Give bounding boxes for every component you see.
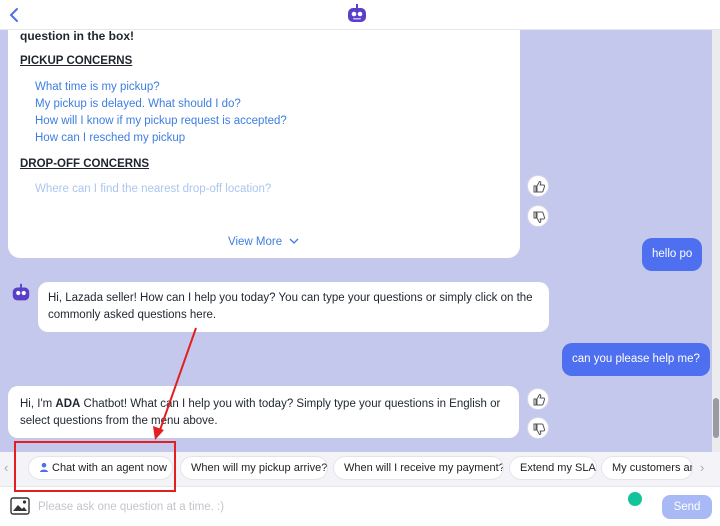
- message-input[interactable]: [38, 495, 618, 519]
- scrollbar-track[interactable]: [712, 30, 720, 452]
- faq-link-pickup-time[interactable]: What time is my pickup?: [35, 79, 160, 96]
- thumbs-up-button[interactable]: [527, 388, 549, 410]
- faq-link-pickup-accepted[interactable]: How will I know if my pickup request is …: [35, 113, 287, 130]
- chevron-down-icon: [289, 238, 299, 244]
- view-more-label: View More: [228, 236, 283, 248]
- suggestion-chip[interactable]: Extend my SLA: [509, 456, 597, 480]
- bot-message-rest: Chatbot! What can I help you with today?…: [20, 398, 501, 427]
- chat-area: question in the box! PICKUP CONCERNS Wha…: [0, 30, 712, 452]
- bot-message-prefix: Hi, I'm: [20, 398, 56, 410]
- robot-icon: [12, 283, 30, 301]
- thumbs-down-button[interactable]: [527, 205, 549, 227]
- suggestion-chip[interactable]: My customers are: [601, 456, 693, 480]
- thumbs-up-icon: [533, 393, 546, 406]
- thumbs-up-button[interactable]: [527, 175, 549, 197]
- back-arrow-icon[interactable]: [6, 6, 24, 24]
- faq-link-pickup-delayed[interactable]: My pickup is delayed. What should I do?: [35, 96, 241, 113]
- top-bar: [0, 0, 720, 30]
- bot-message: Hi, Lazada seller! How can I help you to…: [38, 282, 549, 332]
- grammarly-icon[interactable]: [628, 492, 642, 506]
- faq-link-dropoff-location[interactable]: Where can I find the nearest drop-off lo…: [35, 181, 271, 198]
- image-icon[interactable]: [10, 497, 30, 515]
- thumbs-up-icon: [533, 180, 546, 193]
- view-more-button[interactable]: View More: [228, 234, 299, 251]
- thumbs-down-icon: [533, 423, 546, 436]
- annotation-highlight-box: [14, 441, 176, 492]
- menu-fade: [8, 202, 520, 232]
- faq-link-pickup-resched[interactable]: How can I resched my pickup: [35, 130, 185, 147]
- suggestion-chip[interactable]: When will I receive my payment?: [333, 456, 504, 480]
- pickup-section-title: PICKUP CONCERNS: [20, 55, 133, 67]
- chevron-right-icon[interactable]: ›: [700, 460, 712, 476]
- thumbs-down-icon: [533, 211, 546, 224]
- composer: Send: [0, 486, 720, 526]
- user-message: can you please help me?: [562, 343, 710, 376]
- robot-icon: [348, 4, 366, 22]
- thumbs-down-button[interactable]: [527, 417, 549, 439]
- faq-menu-card: question in the box! PICKUP CONCERNS Wha…: [8, 30, 520, 258]
- bot-message: Hi, I'm ADA Chatbot! What can I help you…: [8, 386, 519, 438]
- suggestion-chip[interactable]: When will my pickup arrive?: [180, 456, 328, 480]
- menu-intro: question in the box!: [20, 30, 134, 43]
- send-button[interactable]: Send: [662, 495, 712, 519]
- dropoff-section-title: DROP-OFF CONCERNS: [20, 158, 150, 170]
- scrollbar-thumb[interactable]: [713, 398, 719, 438]
- bot-name: ADA: [55, 398, 81, 410]
- user-message: hello po: [642, 238, 703, 271]
